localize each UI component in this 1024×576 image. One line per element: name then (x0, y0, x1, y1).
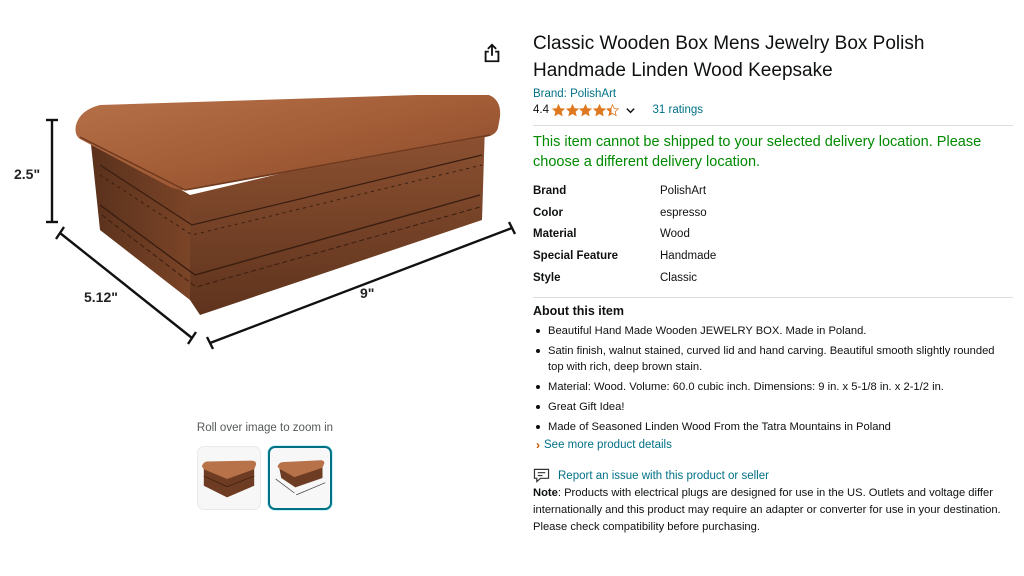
divider (533, 297, 1013, 299)
rating-stars[interactable] (552, 103, 620, 117)
ratings-count-link[interactable]: 31 ratings (653, 104, 704, 116)
divider (533, 125, 1013, 126)
spec-value: PolishArt (660, 185, 707, 197)
spec-row: Material Wood (533, 228, 1013, 250)
brand-link[interactable]: Brand: PolishArt (533, 88, 1013, 100)
about-title: About this item (533, 304, 624, 319)
dimension-width-label: 9" (360, 285, 374, 301)
about-bullet: Beautiful Hand Made Wooden JEWELRY BOX. … (533, 323, 1013, 339)
thumbnail-2-selected[interactable] (268, 446, 332, 510)
image-gallery: 2.5" 5.12" 9" Roll over image to zoom in (0, 0, 520, 576)
star-icon (565, 103, 579, 116)
rating-value: 4.4 (533, 104, 549, 116)
spec-row: Color espresso (533, 207, 1013, 229)
about-bullet: Made of Seasoned Linden Wood From the Ta… (533, 419, 1013, 435)
about-bullet: Great Gift Idea! (533, 399, 1013, 415)
star-icon (592, 103, 606, 116)
star-icon (552, 103, 565, 116)
spec-value: Handmade (660, 250, 717, 263)
about-bullets: Beautiful Hand Made Wooden JEWELRY BOX. … (533, 323, 1013, 435)
see-more-label: See more product details (544, 439, 672, 452)
about-bullet: Material: Wood. Volume: 60.0 cubic inch.… (533, 379, 1013, 395)
spec-label: Special Feature (533, 250, 619, 263)
report-issue-label: Report an issue with this product or sel… (558, 469, 769, 482)
chevron-right-icon: › (536, 438, 540, 453)
chevron-down-icon[interactable] (625, 105, 636, 116)
zoom-hint: Roll over image to zoom in (196, 422, 334, 434)
dimension-height-label: 2.5" (14, 166, 40, 182)
spec-value: Classic (660, 271, 698, 284)
report-icon (533, 469, 550, 484)
specs-table: Brand PolishArt Color espresso Material Wood S… (533, 185, 1013, 293)
note-body: : Products with electrical plugs are des… (533, 487, 1001, 534)
about-bullet: Satin finish, walnut stained, curved lid… (533, 343, 1013, 375)
thumbnail-1[interactable] (197, 446, 261, 510)
spec-row: Brand PolishArt (533, 185, 1013, 207)
spec-row: Special Feature Handmade (533, 250, 1013, 272)
report-issue-link[interactable]: Report an issue with this product or sel… (533, 468, 1013, 484)
spec-row: Style Classic (533, 272, 1013, 294)
shipping-message: This item cannot be shipped to your sele… (533, 134, 982, 170)
star-icon (606, 103, 619, 116)
spec-value: espresso (660, 206, 707, 219)
product-title: Classic Wooden Box Mens Jewelry Box Poli… (533, 33, 925, 81)
rating-row: 4.4 31 ratings (533, 101, 1013, 119)
note-label: Note (533, 487, 558, 500)
product-details: Classic Wooden Box Mens Jewelry Box Poli… (533, 30, 1013, 536)
dimension-depth-label: 5.12" (84, 289, 118, 305)
spec-label: Color (533, 206, 564, 219)
share-icon[interactable] (481, 42, 503, 64)
spec-label: Style (533, 271, 561, 284)
note-text: Note: Products with electrical plugs are… (533, 485, 1013, 536)
spec-value: Wood (660, 228, 690, 241)
product-image[interactable]: 2.5" 5.12" 9" (10, 95, 520, 355)
spec-label: Brand (533, 185, 567, 197)
spec-label: Material (533, 228, 577, 241)
star-icon (579, 103, 592, 116)
see-more-link[interactable]: › See more product details (533, 438, 1013, 452)
